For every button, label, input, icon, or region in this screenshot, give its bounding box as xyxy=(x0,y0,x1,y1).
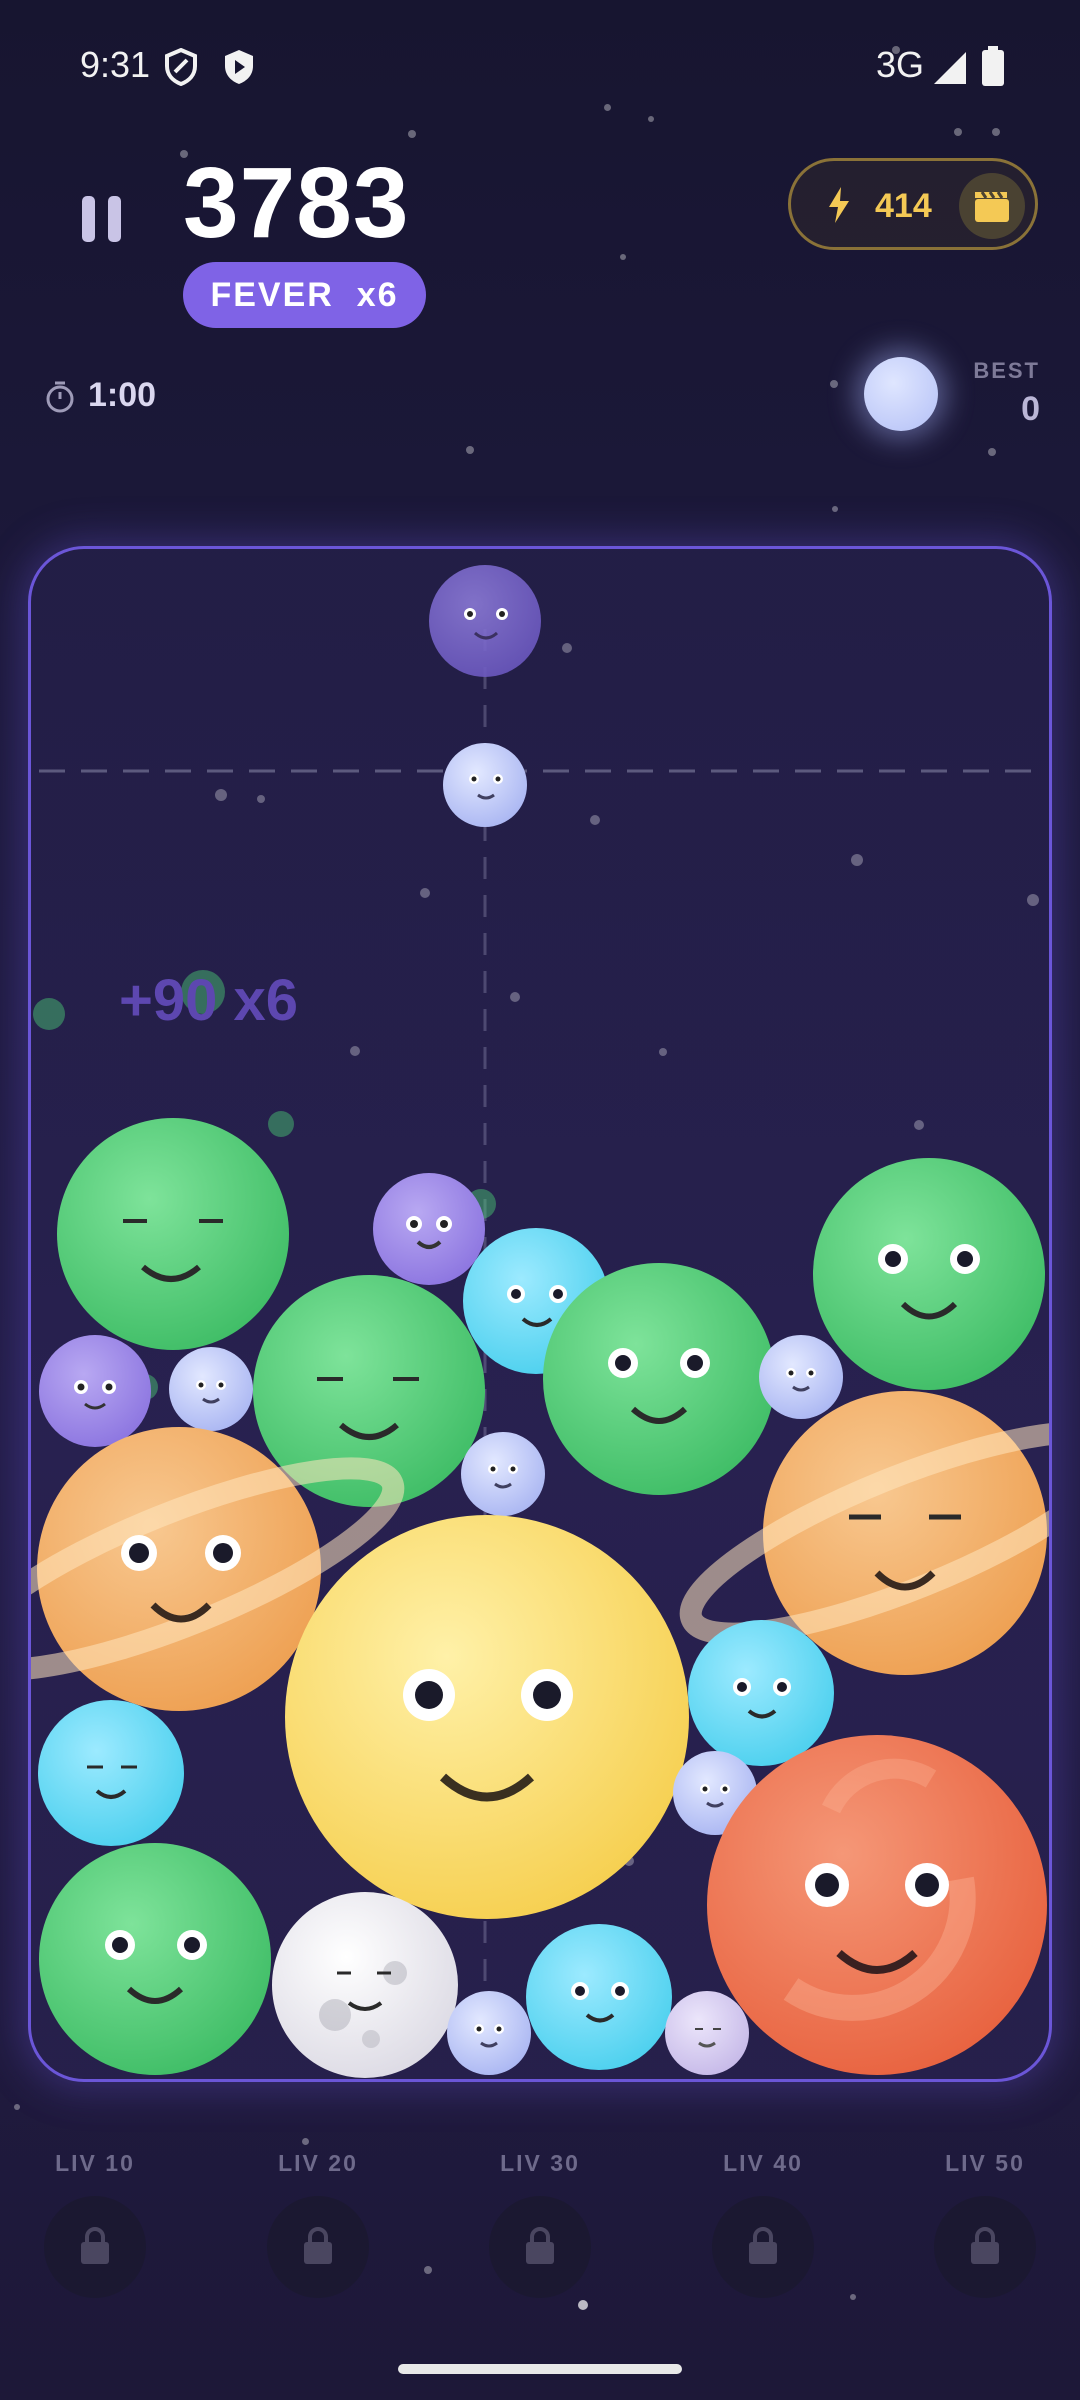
score-popup: +90 x6 xyxy=(119,968,299,1033)
network-type: 3G xyxy=(876,44,925,85)
bolt-icon xyxy=(829,187,849,223)
fever-badge: FEVER x6 xyxy=(183,262,426,328)
level-item: LIV 10 xyxy=(30,2150,160,2298)
watch-video-button[interactable] xyxy=(959,173,1025,239)
shield-play-icon xyxy=(225,50,253,84)
level-item: LIV 40 xyxy=(698,2150,828,2298)
aim-ball xyxy=(443,743,527,827)
level-lock-button[interactable] xyxy=(267,2196,369,2298)
level-rewards: LIV 10 LIV 20 LIV 30 LIV 40 LIV 50 xyxy=(0,2150,1080,2310)
level-lock-button[interactable] xyxy=(44,2196,146,2298)
home-indicator[interactable] xyxy=(398,2364,682,2374)
level-item: LIV 50 xyxy=(920,2150,1050,2298)
lock-icon xyxy=(749,2227,777,2264)
clapperboard-icon xyxy=(975,191,1009,222)
best-label: BEST xyxy=(973,358,1040,383)
level-item: LIV 30 xyxy=(475,2150,605,2298)
ball-pile xyxy=(31,1118,1049,2078)
best-value: 0 xyxy=(1021,390,1040,428)
battery-icon xyxy=(982,46,1004,86)
lock-icon xyxy=(81,2227,109,2264)
energy-value: 414 xyxy=(875,187,932,225)
shield-outline-icon xyxy=(165,48,197,86)
energy-counter[interactable]: 414 xyxy=(788,158,1038,250)
level-label: LIV 40 xyxy=(723,2150,803,2176)
level-lock-button[interactable] xyxy=(712,2196,814,2298)
level-item: LIV 20 xyxy=(253,2150,383,2298)
level-lock-button[interactable] xyxy=(489,2196,591,2298)
play-field-canvas xyxy=(31,565,1049,2078)
next-ball-preview xyxy=(864,357,938,431)
level-label: LIV 20 xyxy=(278,2150,358,2176)
level-lock-button[interactable] xyxy=(934,2196,1036,2298)
score: 3783 xyxy=(183,147,410,259)
lock-icon xyxy=(971,2227,999,2264)
timer: 1:00 xyxy=(88,376,157,414)
pause-icon xyxy=(82,196,95,242)
play-field[interactable]: +90 x6 xyxy=(28,546,1052,2082)
signal-icon xyxy=(934,52,966,84)
stopwatch-icon xyxy=(46,381,74,413)
status-time: 9:31 xyxy=(80,44,151,85)
level-label: LIV 10 xyxy=(55,2150,135,2176)
dropper-ball xyxy=(429,565,541,677)
pause-button[interactable] xyxy=(82,196,128,244)
level-label: LIV 30 xyxy=(500,2150,580,2176)
lock-icon xyxy=(304,2227,332,2264)
status-bar: 9:31 3G xyxy=(0,0,1080,130)
level-label: LIV 50 xyxy=(945,2150,1025,2176)
lock-icon xyxy=(526,2227,554,2264)
